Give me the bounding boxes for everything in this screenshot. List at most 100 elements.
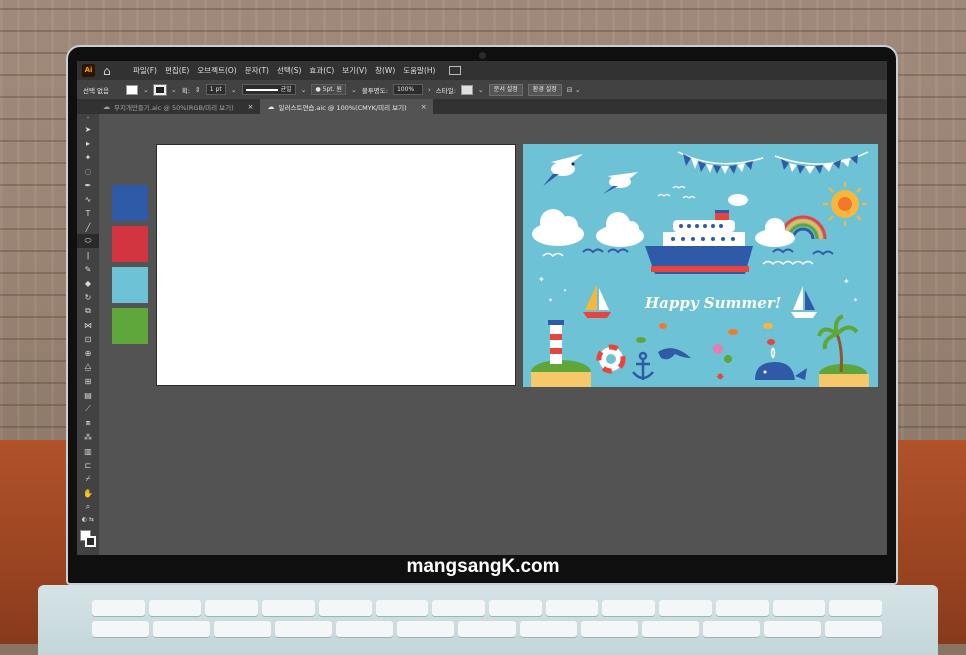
eyedropper-tool-icon[interactable]: ⟋ xyxy=(77,402,99,416)
fill-color-swatch[interactable] xyxy=(126,84,138,95)
chevron-down-icon[interactable]: ⌄ xyxy=(171,86,177,94)
lighthouse-island-icon xyxy=(531,320,591,387)
artboard-blank[interactable] xyxy=(156,144,516,386)
menu-window[interactable]: 창(W) xyxy=(375,65,395,76)
key xyxy=(602,600,656,616)
stroke-box[interactable] xyxy=(85,536,96,547)
eraser-tool-icon[interactable]: ◆ xyxy=(77,276,99,290)
hand-tool-icon[interactable]: ✋ xyxy=(77,486,99,500)
gradient-tool-icon[interactable]: ▤ xyxy=(77,388,99,402)
key xyxy=(772,600,826,616)
seagull-icon xyxy=(543,154,583,186)
cloud-icon xyxy=(532,209,584,246)
chevron-down-icon[interactable]: ⌄ xyxy=(478,86,484,94)
close-icon[interactable]: × xyxy=(248,103,254,111)
palette-swatch-red[interactable] xyxy=(112,226,148,262)
menu-select[interactable]: 선택(S) xyxy=(277,65,301,76)
color-mode-icons[interactable]: ■ ▣ ⊘ xyxy=(77,554,99,555)
webcam xyxy=(479,52,486,59)
ellipse-tool-icon[interactable]: ⬭ xyxy=(77,234,99,248)
type-tool-icon[interactable]: T xyxy=(77,206,99,220)
menu-view[interactable]: 보기(V) xyxy=(342,65,367,76)
rotate-tool-icon[interactable]: ↻ xyxy=(77,290,99,304)
perspective-grid-tool-icon[interactable]: ⧋ xyxy=(77,360,99,374)
key xyxy=(148,600,202,616)
column-graph-tool-icon[interactable]: ▥ xyxy=(77,444,99,458)
svg-text:✦: ✦ xyxy=(538,275,545,284)
pen-tool-icon[interactable]: ✒ xyxy=(77,178,99,192)
home-icon[interactable]: ⌂ xyxy=(103,64,117,78)
menu-effect[interactable]: 효과(C) xyxy=(309,65,334,76)
whale-icon xyxy=(755,347,807,380)
svg-text:✦: ✦ xyxy=(853,297,858,304)
chevron-down-icon[interactable]: ⌄ xyxy=(143,86,149,94)
palette-swatch-blue[interactable] xyxy=(112,185,148,221)
brush-definition[interactable]: ● 5pt. 원 xyxy=(311,84,346,95)
shape-builder-tool-icon[interactable]: ⊕ xyxy=(77,346,99,360)
selection-tool-icon[interactable]: ➤ xyxy=(77,122,99,136)
stroke-weight-field[interactable]: 1 pt xyxy=(205,84,226,95)
slice-tool-icon[interactable]: ⌿ xyxy=(77,472,99,486)
graphic-style-swatch[interactable] xyxy=(460,84,473,95)
swap-fill-stroke-icon[interactable]: ◐ ⇆ xyxy=(77,514,99,524)
palette-swatch-sky[interactable] xyxy=(112,267,148,303)
zoom-tool-icon[interactable]: ⌕ xyxy=(77,500,99,514)
line-segment-tool-icon[interactable]: ╱ xyxy=(77,220,99,234)
opacity-field[interactable]: 100% xyxy=(392,84,423,95)
close-icon[interactable]: × xyxy=(421,103,427,111)
fill-stroke-control[interactable] xyxy=(77,528,99,554)
arrange-documents-icon[interactable] xyxy=(449,66,462,75)
document-setup-button[interactable]: 문서 설정 xyxy=(488,83,523,96)
key xyxy=(829,600,883,616)
blob-brush-tool-icon[interactable]: ✎ xyxy=(77,262,99,276)
stroke-label: 획: xyxy=(181,86,190,95)
key xyxy=(275,621,333,637)
chevron-down-icon[interactable]: ⌄ xyxy=(301,86,307,94)
variable-width-profile[interactable]: 균일 xyxy=(241,84,296,95)
symbol-sprayer-tool-icon[interactable]: ⁂ xyxy=(77,430,99,444)
stepper-icon[interactable]: ⇕ xyxy=(195,86,201,94)
lasso-tool-icon[interactable]: ◌ xyxy=(77,164,99,178)
headline-text: Happy Summer! xyxy=(644,294,781,312)
key xyxy=(489,600,542,616)
sun-icon xyxy=(823,182,867,226)
menu-file[interactable]: 파일(F) xyxy=(133,65,157,76)
direct-selection-tool-icon[interactable]: ▸ xyxy=(77,136,99,150)
menu-type[interactable]: 문자(T) xyxy=(245,65,269,76)
chevron-right-icon[interactable]: › xyxy=(428,86,431,94)
menu-object[interactable]: 오브젝트(O) xyxy=(197,65,236,76)
chevron-down-icon[interactable]: ⌄ xyxy=(351,86,357,94)
free-transform-tool-icon[interactable]: ⊡ xyxy=(77,332,99,346)
blend-tool-icon[interactable]: ⧈ xyxy=(77,416,99,430)
key xyxy=(458,621,516,637)
tab-document-illustration[interactable]: ☁ 일러스트연습.aic @ 100%(CMYK/미리 보기) × xyxy=(259,99,433,114)
tab-label: 일러스트연습.aic @ 100%(CMYK/미리 보기) xyxy=(278,103,407,112)
mesh-tool-icon[interactable]: ⊞ xyxy=(77,374,99,388)
magic-wand-tool-icon[interactable]: ✦ xyxy=(77,150,99,164)
anchor-icon xyxy=(632,351,654,380)
preferences-button[interactable]: 환경 설정 xyxy=(527,83,562,96)
keyboard-row xyxy=(92,621,883,637)
align-options-icon[interactable]: ⊟ ⌄ xyxy=(567,86,581,94)
paintbrush-tool-icon[interactable]: ǀ xyxy=(77,248,99,262)
menu-help[interactable]: 도움말(H) xyxy=(403,65,435,76)
scale-tool-icon[interactable]: ⧉ xyxy=(77,304,99,318)
style-label: 스타일: xyxy=(435,86,456,95)
tab-document-rainbow[interactable]: ☁ 무지개만들기.aic @ 50%(RGB/미리 보기) × xyxy=(77,99,260,114)
artboard-tool-icon[interactable]: ⊏ xyxy=(77,458,99,472)
artboard-summer-illustration[interactable]: ✦ ✦ ✦ ✦ ✦ Happy Summer! ✸ xyxy=(523,144,878,387)
life-ring-icon xyxy=(596,344,626,374)
palette-swatch-green[interactable] xyxy=(112,308,148,344)
menu-edit[interactable]: 편집(E) xyxy=(165,65,189,76)
key xyxy=(92,600,145,616)
chevron-down-icon[interactable]: ⌄ xyxy=(231,86,237,94)
dolphin-icon xyxy=(658,348,691,360)
key xyxy=(432,600,486,616)
width-tool-icon[interactable]: ⋈ xyxy=(77,318,99,332)
panel-collapse-icon[interactable]: » xyxy=(77,114,99,122)
svg-text:✸: ✸ xyxy=(716,372,724,383)
stroke-color-swatch[interactable] xyxy=(152,83,167,96)
curvature-tool-icon[interactable]: ∿ xyxy=(77,192,99,206)
key xyxy=(659,600,712,616)
selection-status: 선택 없음 xyxy=(83,86,109,95)
